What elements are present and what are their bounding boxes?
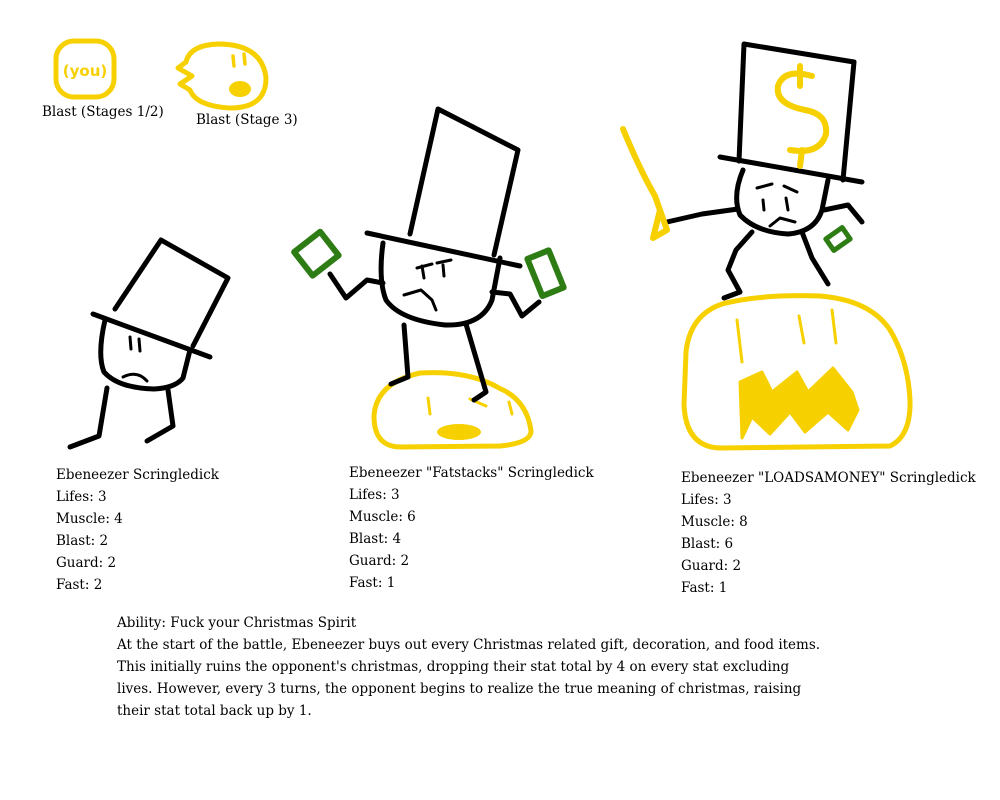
you-blast-icon: (you) bbox=[53, 38, 117, 100]
stage2-stat-blast: Blast: 4 bbox=[349, 531, 402, 547]
stage2-stat-lifes: Lifes: 3 bbox=[349, 487, 400, 503]
face-blast-icon bbox=[175, 41, 269, 111]
ability-description: Ability: Fuck your Christmas Spirit At t… bbox=[117, 612, 820, 722]
stage2-name: Ebeneezer "Fatstacks" Scringledick bbox=[349, 465, 594, 481]
ability-line: their stat total back up by 1. bbox=[117, 703, 312, 719]
stage2-stat-block: Ebeneezer "Fatstacks" Scringledick Lifes… bbox=[349, 462, 594, 594]
stage3-stat-lifes: Lifes: 3 bbox=[681, 492, 732, 508]
stage2-stat-fast: Fast: 1 bbox=[349, 575, 396, 591]
blast-stage-1-2-label: Blast (Stages 1/2) bbox=[42, 104, 164, 120]
ability-line: lives. However, every 3 turns, the oppon… bbox=[117, 681, 802, 697]
stage3-stat-muscle: Muscle: 8 bbox=[681, 514, 748, 530]
stage3-name: Ebeneezer "LOADSAMONEY" Scringledick bbox=[681, 470, 976, 486]
stage3-character bbox=[620, 41, 913, 451]
you-blast-glyph: (you) bbox=[63, 62, 107, 80]
stage2-stat-guard: Guard: 2 bbox=[349, 553, 410, 569]
ability-line: This initially ruins the opponent's chri… bbox=[117, 659, 790, 675]
stage1-stat-fast: Fast: 2 bbox=[56, 577, 103, 593]
blast-stage-3-label: Blast (Stage 3) bbox=[196, 112, 298, 128]
stage1-name: Ebeneezer Scringledick bbox=[56, 467, 219, 483]
stage3-stat-fast: Fast: 1 bbox=[681, 580, 728, 596]
stage2-stat-muscle: Muscle: 6 bbox=[349, 509, 416, 525]
stage3-stat-blast: Blast: 6 bbox=[681, 536, 734, 552]
stage3-stat-block: Ebeneezer "LOADSAMONEY" Scringledick Lif… bbox=[681, 467, 976, 599]
stage2-character bbox=[291, 106, 567, 450]
stage1-stat-lifes: Lifes: 3 bbox=[56, 489, 107, 505]
stage1-character bbox=[67, 237, 231, 450]
stage3-stat-guard: Guard: 2 bbox=[681, 558, 742, 574]
stage1-stat-block: Ebeneezer Scringledick Lifes: 3 Muscle: … bbox=[56, 464, 219, 596]
ability-title: Ability: Fuck your Christmas Spirit bbox=[117, 615, 357, 631]
ability-line: At the start of the battle, Ebeneezer bu… bbox=[117, 637, 821, 653]
stage1-stat-muscle: Muscle: 4 bbox=[56, 511, 123, 527]
stage1-stat-blast: Blast: 2 bbox=[56, 533, 109, 549]
stage1-stat-guard: Guard: 2 bbox=[56, 555, 117, 571]
